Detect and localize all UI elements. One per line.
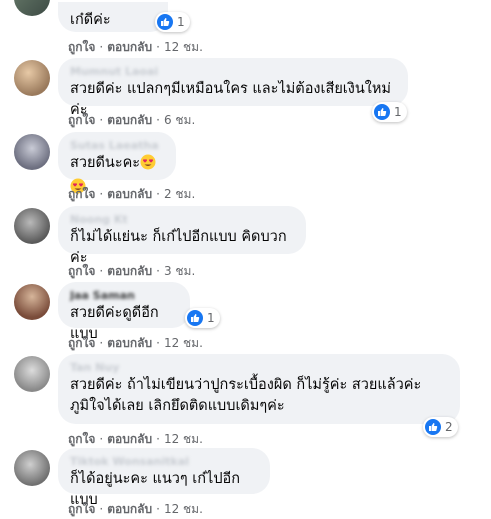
- reply-button[interactable]: ตอบกลับ: [107, 502, 152, 516]
- avatar[interactable]: [14, 134, 50, 170]
- reaction-count[interactable]: 1: [372, 102, 407, 122]
- like-button[interactable]: ถูกใจ: [68, 187, 95, 201]
- reaction-number: 2: [445, 420, 453, 434]
- author-name[interactable]: Noong Kt: [70, 213, 294, 226]
- comment-bubble: Sutas Laeatha สวยดีนะคะ: [58, 132, 176, 194]
- like-button[interactable]: ถูกใจ: [68, 40, 95, 54]
- reply-button[interactable]: ตอบกลับ: [107, 187, 152, 201]
- avatar[interactable]: [14, 284, 50, 320]
- timestamp[interactable]: 12 ชม.: [164, 502, 203, 516]
- like-button[interactable]: ถูกใจ: [68, 113, 95, 127]
- timestamp[interactable]: 12 ชม.: [164, 432, 203, 446]
- comment-bubble: เก๋ดีค่ะ: [58, 2, 168, 32]
- comment-text: สวยดีค่ะ ถ้าไม่เขียนว่าปูกระเบื้องผิด ก็…: [70, 377, 422, 414]
- timestamp[interactable]: 12 ชม.: [164, 336, 203, 350]
- comment-actions: ถูกใจ · ตอบกลับ · 12 ชม.: [68, 336, 203, 350]
- timestamp[interactable]: 12 ชม.: [164, 40, 203, 54]
- comment-actions: ถูกใจ · ตอบกลับ · 2 ชม.: [68, 187, 196, 201]
- comment-bubble: Tiktok Wonsanitkal ก็ได้อยู่นะคะ แนวๆ เก…: [58, 448, 270, 508]
- author-name[interactable]: Sutas Laeatha: [70, 139, 164, 152]
- heart-eyes-emoji: [140, 154, 156, 177]
- avatar[interactable]: [14, 60, 50, 96]
- timestamp[interactable]: 6 ชม.: [164, 113, 195, 127]
- comment-bubble: Noong Kt ก็ไม่ได้แย่นะ ก็เก๋ไปอีกแบบ คิด…: [58, 206, 306, 266]
- comment-text: สวยดีนะคะ: [70, 155, 141, 171]
- author-name[interactable]: Tiktok Wonsanitkal: [70, 455, 258, 468]
- comment-actions: ถูกใจ · ตอบกลับ · 12 ชม.: [68, 502, 203, 516]
- reply-button[interactable]: ตอบกลับ: [107, 40, 152, 54]
- author-name[interactable]: Jaa Saman: [70, 289, 178, 302]
- like-icon: [187, 310, 203, 326]
- reaction-count[interactable]: 1: [155, 12, 190, 32]
- reaction-count[interactable]: 2: [423, 417, 458, 437]
- timestamp[interactable]: 3 ชม.: [164, 264, 195, 278]
- avatar[interactable]: [14, 450, 50, 486]
- like-icon: [374, 104, 390, 120]
- timestamp[interactable]: 2 ชม.: [164, 187, 195, 201]
- reply-button[interactable]: ตอบกลับ: [107, 336, 152, 350]
- comment-bubble: Tan Nuy สวยดีค่ะ ถ้าไม่เขียนว่าปูกระเบื้…: [58, 354, 460, 424]
- comment-actions: ถูกใจ · ตอบกลับ · 12 ชม.: [68, 432, 203, 446]
- reaction-number: 1: [207, 311, 215, 325]
- reaction-count[interactable]: 1: [185, 308, 220, 328]
- avatar[interactable]: [14, 208, 50, 244]
- avatar[interactable]: [14, 0, 50, 16]
- like-button[interactable]: ถูกใจ: [68, 432, 95, 446]
- reaction-number: 1: [394, 105, 402, 119]
- author-name[interactable]: Tan Nuy: [70, 361, 448, 374]
- like-button[interactable]: ถูกใจ: [68, 502, 95, 516]
- like-button[interactable]: ถูกใจ: [68, 264, 95, 278]
- comment-actions: ถูกใจ · ตอบกลับ · 3 ชม.: [68, 264, 196, 278]
- reply-button[interactable]: ตอบกลับ: [107, 113, 152, 127]
- comment-bubble: Mumnut Laoai สวยดีค่ะ แปลกๆมีเหมือนใคร แ…: [58, 58, 408, 118]
- comment-actions: ถูกใจ · ตอบกลับ · 6 ชม.: [68, 113, 196, 127]
- like-button[interactable]: ถูกใจ: [68, 336, 95, 350]
- reply-button[interactable]: ตอบกลับ: [107, 264, 152, 278]
- like-icon: [425, 419, 441, 435]
- comment-text: เก๋ดีค่ะ: [70, 12, 111, 28]
- like-icon: [157, 14, 173, 30]
- author-name[interactable]: Mumnut Laoai: [70, 65, 396, 78]
- comment-bubble: Jaa Saman สวยดีค่ะดูดีอีกแบบ: [58, 282, 190, 342]
- reply-button[interactable]: ตอบกลับ: [107, 432, 152, 446]
- avatar[interactable]: [14, 356, 50, 392]
- comment-actions: ถูกใจ · ตอบกลับ · 12 ชม.: [68, 40, 203, 54]
- reaction-number: 1: [177, 15, 185, 29]
